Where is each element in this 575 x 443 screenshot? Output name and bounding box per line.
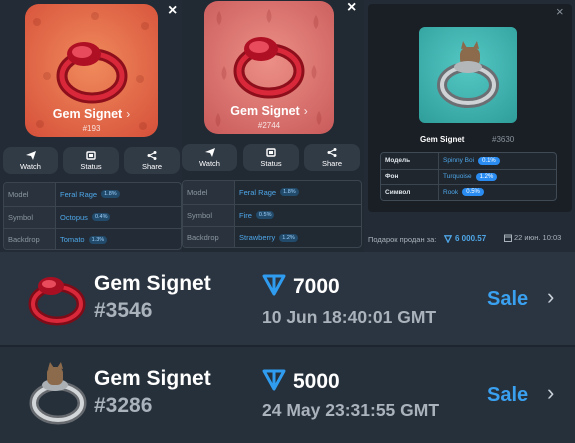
paper-plane-icon xyxy=(25,151,36,160)
gift-card-1[interactable]: Gem Signet › #193 xyxy=(25,4,158,137)
gift-card-2[interactable]: Gem Signet › #2744 xyxy=(204,1,334,134)
sold-label: Подарок продан за: xyxy=(368,235,437,244)
sold-date: 22 июн. 10:03 xyxy=(504,233,561,242)
listing-id: #3546 xyxy=(94,299,153,322)
listing-price: 5000 xyxy=(293,370,340,393)
share-button[interactable]: Share xyxy=(304,144,360,171)
status-button[interactable]: Status xyxy=(63,147,119,174)
gift-panel-1: Gem Signet › #193 × Watch Status Share Mo… xyxy=(0,0,182,252)
attr-row-backdrop: Backdrop Strawberry 1.2% xyxy=(183,226,361,247)
ring-with-cat-icon xyxy=(437,41,499,108)
attr-row-symbol: Symbol Fire 0.5% xyxy=(183,203,361,227)
status-icon xyxy=(86,151,96,160)
share-button[interactable]: Share xyxy=(124,147,180,174)
listing-title: Gem Signet xyxy=(94,367,211,390)
gift-name: Gem Signet › xyxy=(230,104,308,118)
sold-price: 6 000.57 xyxy=(444,234,486,243)
listing-id: #3286 xyxy=(94,394,153,417)
paper-plane-icon xyxy=(204,148,215,157)
silver-ring-icon xyxy=(29,362,87,425)
share-icon xyxy=(327,148,337,157)
gift-number: #3630 xyxy=(492,135,515,144)
watch-button[interactable]: Watch xyxy=(3,147,58,174)
gift-name: Gem Signet xyxy=(420,135,465,144)
ton-icon xyxy=(262,369,286,391)
attr-row-backdrop: Backdrop Tomato 1.3% xyxy=(4,228,181,249)
ton-icon xyxy=(444,234,452,243)
listing-row[interactable]: Gem Signet #3286 5000 24 May 23:31:55 GM… xyxy=(0,347,575,443)
sale-button[interactable]: Sale xyxy=(487,384,528,407)
sold-gift-card: × Gem Signet #3630 Модель Spinny Boi 0.1% … xyxy=(368,4,572,212)
attributes-table: Model Feral Rage 1.8% Symbol Octopus 0.4% Ba… xyxy=(3,182,182,250)
gift-number: #2744 xyxy=(257,121,281,130)
ring-icon xyxy=(56,42,128,104)
attributes-table: Model Feral Rage 1.8% Symbol Fire 0.5% Backd… xyxy=(182,180,362,248)
close-button[interactable]: × xyxy=(556,4,564,19)
close-button[interactable]: × xyxy=(168,3,177,19)
listing-title: Gem Signet xyxy=(94,272,211,295)
gift-name: Gem Signet › xyxy=(52,107,131,121)
gift-number: #193 xyxy=(82,124,101,133)
listing-price: 7000 xyxy=(293,275,340,298)
attr-row-model: Модель Spinny Boi 0.1% xyxy=(381,153,556,169)
chevron-right-icon[interactable]: › xyxy=(547,380,554,406)
calendar-icon xyxy=(504,234,512,242)
status-button[interactable]: Status xyxy=(243,144,299,171)
sale-button[interactable]: Sale xyxy=(487,288,528,311)
listing-date: 10 Jun 18:40:01 GMT xyxy=(262,307,437,327)
close-button[interactable]: × xyxy=(347,0,356,16)
chevron-right-icon[interactable]: › xyxy=(547,284,554,310)
attr-row-model: Model Feral Rage 1.8% xyxy=(4,183,181,206)
attr-row-model: Model Feral Rage 1.8% xyxy=(183,181,361,204)
ring-icon xyxy=(233,37,305,99)
gift-image xyxy=(419,27,517,123)
attr-row-symbol: Символ Rook 0.5% xyxy=(381,184,556,200)
ton-icon xyxy=(262,274,286,296)
attr-row-symbol: Symbol Octopus 0.4% xyxy=(4,205,181,229)
share-icon xyxy=(147,151,157,160)
gift-panel-2: Gem Signet › #2744 × Watch Status Share M… xyxy=(182,0,364,252)
listing-row[interactable]: Gem Signet #3546 7000 10 Jun 18:40:01 GM… xyxy=(0,252,575,345)
status-icon xyxy=(266,148,276,157)
listing-date: 24 May 23:31:55 GMT xyxy=(262,400,440,420)
attributes-table: Модель Spinny Boi 0.1% Фон Turquoise 1.2% Си… xyxy=(380,152,557,201)
watch-button[interactable]: Watch xyxy=(182,144,237,171)
red-ring-icon xyxy=(28,277,86,326)
attr-row-backdrop: Фон Turquoise 1.2% xyxy=(381,168,556,184)
sold-gift-panel: × Gem Signet #3630 Модель Spinny Boi 0.1% … xyxy=(364,0,575,252)
